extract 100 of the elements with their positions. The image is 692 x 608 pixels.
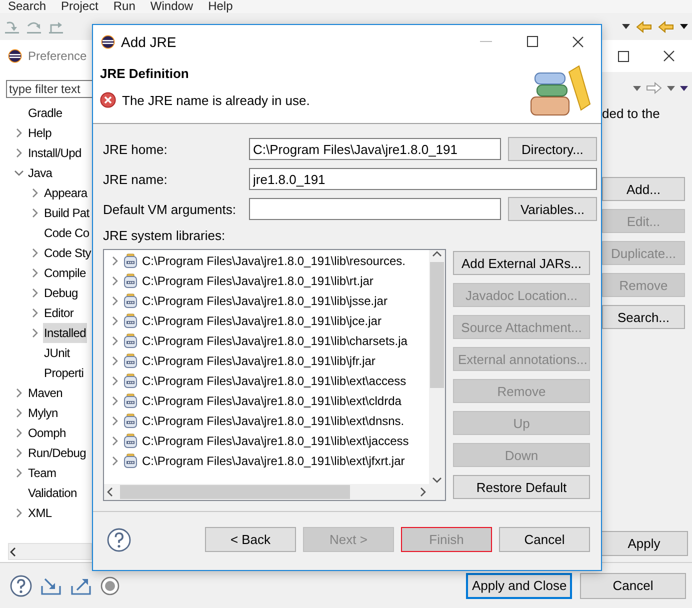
chevron-right-icon[interactable] xyxy=(31,328,39,338)
chevron-right-icon[interactable] xyxy=(31,208,39,218)
menu-item[interactable]: Run xyxy=(113,0,136,12)
chevron-right-icon[interactable] xyxy=(111,356,119,366)
tree-item[interactable]: Compile xyxy=(43,263,87,283)
chevron-right-icon[interactable] xyxy=(15,148,23,158)
chevron-right-icon[interactable] xyxy=(111,456,119,466)
caret-icon[interactable] xyxy=(680,24,688,29)
chevron-right-icon[interactable] xyxy=(111,436,119,446)
chevron-right-icon[interactable] xyxy=(15,448,23,458)
tree-item[interactable]: Oomph xyxy=(27,423,67,443)
side-button[interactable]: Add... xyxy=(602,177,685,201)
scroll-left-icon[interactable] xyxy=(9,546,17,556)
chevron-right-icon[interactable] xyxy=(15,468,23,478)
tree-item[interactable]: Editor xyxy=(43,303,75,323)
chevron-down-icon[interactable] xyxy=(14,169,24,177)
scrollbar[interactable] xyxy=(8,543,92,560)
scrollbar-thumb[interactable] xyxy=(430,262,444,388)
library-path[interactable]: C:\Program Files\Java\jre1.8.0_191\lib\rt.jar xyxy=(142,274,374,288)
library-path[interactable]: C:\Program Files\Java\jre1.8.0_191\lib\jsse.jar xyxy=(142,294,388,308)
library-button[interactable]: Restore Default xyxy=(453,475,590,499)
wizard-button[interactable]: Cancel xyxy=(499,527,590,552)
record-icon[interactable] xyxy=(100,576,120,596)
tree-item[interactable]: Installed xyxy=(43,323,87,343)
tree-item[interactable]: JUnit xyxy=(43,343,71,363)
tree-item[interactable]: Debug xyxy=(43,283,79,303)
library-path[interactable]: C:\Program Files\Java\jre1.8.0_191\lib\jfr.jar xyxy=(142,354,376,368)
apply-button[interactable]: Apply xyxy=(600,531,688,556)
tree-item[interactable]: Help xyxy=(27,123,52,143)
menu-item[interactable]: Help xyxy=(208,0,233,12)
step-icon[interactable] xyxy=(4,20,20,34)
library-button[interactable]: Add External JARs... xyxy=(453,251,590,275)
browse-button[interactable]: Directory... xyxy=(508,137,597,161)
step-icon[interactable] xyxy=(48,20,64,34)
chevron-right-icon[interactable] xyxy=(31,248,39,258)
step-icon[interactable] xyxy=(26,20,42,34)
chevron-right-icon[interactable] xyxy=(111,376,119,386)
scrollbar-thumb[interactable] xyxy=(120,485,350,499)
library-path[interactable]: C:\Program Files\Java\jre1.8.0_191\lib\ext\jfxrt.jar xyxy=(142,454,405,468)
tree-item[interactable]: Properti xyxy=(43,363,85,383)
browse-button[interactable]: Variables... xyxy=(508,197,597,221)
library-path[interactable]: C:\Program Files\Java\jre1.8.0_191\lib\resources. xyxy=(142,254,406,268)
text-field[interactable]: jre1.8.0_191 xyxy=(249,168,597,190)
tree-item[interactable]: Gradle xyxy=(27,103,64,123)
tree-item[interactable]: Run/Debug xyxy=(27,443,88,463)
chevron-right-icon[interactable] xyxy=(111,396,119,406)
caret-icon[interactable] xyxy=(622,24,630,29)
help-icon[interactable] xyxy=(107,528,131,552)
menu-item[interactable]: Window xyxy=(150,0,194,12)
scroll-down-icon[interactable] xyxy=(432,476,442,484)
chevron-right-icon[interactable] xyxy=(111,256,119,266)
chevron-right-icon[interactable] xyxy=(15,408,23,418)
tree-item[interactable]: Validation xyxy=(27,483,78,503)
chevron-right-icon[interactable] xyxy=(15,508,23,518)
chevron-right-icon[interactable] xyxy=(111,296,119,306)
chevron-right-icon[interactable] xyxy=(111,276,119,286)
text-field[interactable] xyxy=(249,198,501,220)
side-button[interactable]: Search... xyxy=(602,305,685,329)
library-path[interactable]: C:\Program Files\Java\jre1.8.0_191\lib\charsets.ja xyxy=(142,334,408,348)
chevron-right-icon[interactable] xyxy=(15,388,23,398)
wizard-button[interactable]: < Back xyxy=(205,527,296,552)
tree-item[interactable]: Build Pat xyxy=(43,203,90,223)
scrollbar[interactable] xyxy=(429,250,445,484)
tree-item[interactable]: Code Sty xyxy=(43,243,92,263)
tree-item[interactable]: Maven xyxy=(27,383,64,403)
library-path[interactable]: C:\Program Files\Java\jre1.8.0_191\lib\ext\jaccess xyxy=(142,434,409,448)
scroll-right-icon[interactable] xyxy=(419,487,427,497)
library-path[interactable]: C:\Program Files\Java\jre1.8.0_191\lib\ext\access xyxy=(142,374,406,388)
chevron-right-icon[interactable] xyxy=(15,428,23,438)
tree-item[interactable]: Install/Upd xyxy=(27,143,82,163)
help-icon[interactable] xyxy=(10,574,32,596)
import-icon[interactable] xyxy=(40,576,62,596)
tree-item[interactable]: Java xyxy=(27,163,54,183)
chevron-right-icon[interactable] xyxy=(31,268,39,278)
library-path[interactable]: C:\Program Files\Java\jre1.8.0_191\lib\ext\dnsns. xyxy=(142,414,404,428)
scroll-up-icon[interactable] xyxy=(432,250,442,258)
tree-item[interactable]: Appeara xyxy=(43,183,88,203)
chevron-right-icon[interactable] xyxy=(31,308,39,318)
chevron-right-icon[interactable] xyxy=(31,288,39,298)
filter-field[interactable]: type filter text xyxy=(6,80,92,98)
chevron-right-icon[interactable] xyxy=(31,188,39,198)
left-arrow-icon[interactable] xyxy=(658,20,674,32)
tree-item[interactable]: Code Co xyxy=(43,223,90,243)
library-path[interactable]: C:\Program Files\Java\jre1.8.0_191\lib\ext\cldrda xyxy=(142,394,402,408)
chevron-right-icon[interactable] xyxy=(111,336,119,346)
scroll-left-icon[interactable] xyxy=(106,487,114,497)
tree-item[interactable]: Team xyxy=(27,463,58,483)
chevron-right-icon[interactable] xyxy=(111,316,119,326)
text-field[interactable]: C:\Program Files\Java\jre1.8.0_191 xyxy=(249,138,501,160)
menu-item[interactable]: Search xyxy=(8,0,46,12)
library-path[interactable]: C:\Program Files\Java\jre1.8.0_191\lib\jce.jar xyxy=(142,314,382,328)
scrollbar[interactable] xyxy=(104,484,429,500)
left-arrow-icon[interactable] xyxy=(636,20,652,32)
apply-and-close-button[interactable]: Apply and Close xyxy=(466,572,572,598)
chevron-right-icon[interactable] xyxy=(15,128,23,138)
tree-item[interactable]: Mylyn xyxy=(27,403,59,423)
tree-item[interactable]: XML xyxy=(27,503,53,523)
cancel-button[interactable]: Cancel xyxy=(580,572,686,598)
chevron-right-icon[interactable] xyxy=(111,416,119,426)
right-arrow-icon[interactable] xyxy=(646,82,662,94)
